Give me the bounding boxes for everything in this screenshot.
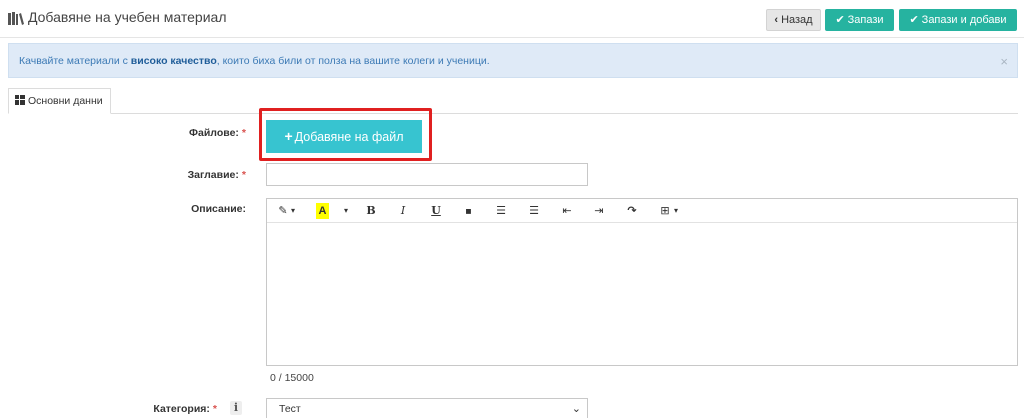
add-file-button[interactable]: + Добавяне на файл — [266, 120, 422, 153]
eraser-icon[interactable]: ◆ — [459, 201, 479, 221]
underline-icon[interactable]: U — [430, 203, 442, 219]
required-mark: * — [212, 403, 217, 415]
files-label-text: Файлове: — [189, 127, 239, 139]
chevron-down-icon[interactable]: ▾ — [672, 203, 680, 219]
chevron-down-icon: ⌄ — [571, 403, 581, 415]
char-counter: 0 / 15000 — [270, 372, 314, 384]
alert-text-before: Качвайте материали с — [19, 55, 131, 67]
category-select-value: Тест — [279, 403, 301, 415]
alert-text-bold: високо качество — [130, 55, 217, 67]
page-title: Добавяне на учебен материал — [28, 9, 227, 25]
bullet-list-icon[interactable]: ☰ — [495, 203, 507, 219]
back-button[interactable]: ‹ Назад — [766, 9, 821, 31]
tab-basic-data-label: Основни данни — [28, 95, 103, 107]
save-and-add-button-label: Запази и добави — [921, 14, 1007, 26]
required-mark: * — [241, 127, 246, 139]
category-select[interactable]: Тест ⌄ — [266, 398, 588, 418]
italic-icon[interactable]: I — [398, 203, 408, 219]
outdent-icon[interactable]: ⇤ — [561, 203, 573, 219]
info-alert: Качвайте материали с високо качество, ко… — [8, 43, 1018, 78]
highlight-color-icon[interactable]: A — [316, 203, 329, 219]
description-textarea[interactable] — [267, 224, 1017, 365]
title-label: Заглавие: * — [100, 169, 246, 181]
indent-icon[interactable]: ⇥ — [593, 203, 605, 219]
chevron-down-icon[interactable]: ▾ — [289, 203, 297, 219]
tabs-divider — [8, 113, 1018, 114]
bold-icon[interactable]: B — [365, 203, 377, 219]
description-editor: ✎ ▾ A ▾ B I U ◆ ☰ ☰ ⇤ ⇥ ↷ ⊞ ▾ — [266, 198, 1018, 366]
title-label-text: Заглавие: — [187, 169, 239, 181]
save-and-add-button[interactable]: ✔ Запази и добави — [899, 9, 1017, 31]
books-icon — [8, 12, 24, 25]
magic-wand-icon[interactable]: ✎ — [277, 203, 289, 219]
plus-icon: + — [284, 128, 293, 144]
title-input[interactable] — [266, 163, 588, 186]
page-header: Добавяне на учебен материал ‹ Назад ✔ Запа… — [0, 0, 1024, 38]
add-file-button-label: Добавяне на файл — [294, 130, 404, 144]
description-label: Описание: — [100, 203, 246, 215]
tab-basic-data[interactable]: Основни данни — [8, 88, 111, 114]
table-icon[interactable]: ⊞ — [658, 203, 672, 219]
grid-icon — [15, 95, 25, 105]
chevron-left-icon: ‹ — [774, 14, 779, 26]
check-icon: ✔ — [909, 14, 919, 26]
editor-toolbar: ✎ ▾ A ▾ B I U ◆ ☰ ☰ ⇤ ⇥ ↷ ⊞ ▾ — [267, 199, 1017, 223]
close-icon[interactable]: × — [1000, 44, 1008, 79]
save-button[interactable]: ✔ Запази — [825, 9, 894, 31]
files-label: Файлове: * — [100, 127, 246, 139]
back-button-label: Назад — [781, 14, 813, 26]
check-icon: ✔ — [835, 14, 845, 26]
numbered-list-icon[interactable]: ☰ — [528, 203, 540, 219]
category-label-text: Категория: — [153, 403, 210, 415]
info-icon[interactable]: i — [230, 401, 242, 415]
required-mark: * — [241, 169, 246, 181]
chevron-down-icon[interactable]: ▾ — [342, 203, 350, 219]
category-label: Категория: * — [100, 403, 217, 415]
redo-icon[interactable]: ↷ — [626, 203, 638, 219]
description-label-text: Описание: — [191, 203, 246, 215]
save-button-label: Запази — [847, 14, 884, 26]
alert-text-after: , които биха били от полза на вашите кол… — [216, 55, 490, 67]
